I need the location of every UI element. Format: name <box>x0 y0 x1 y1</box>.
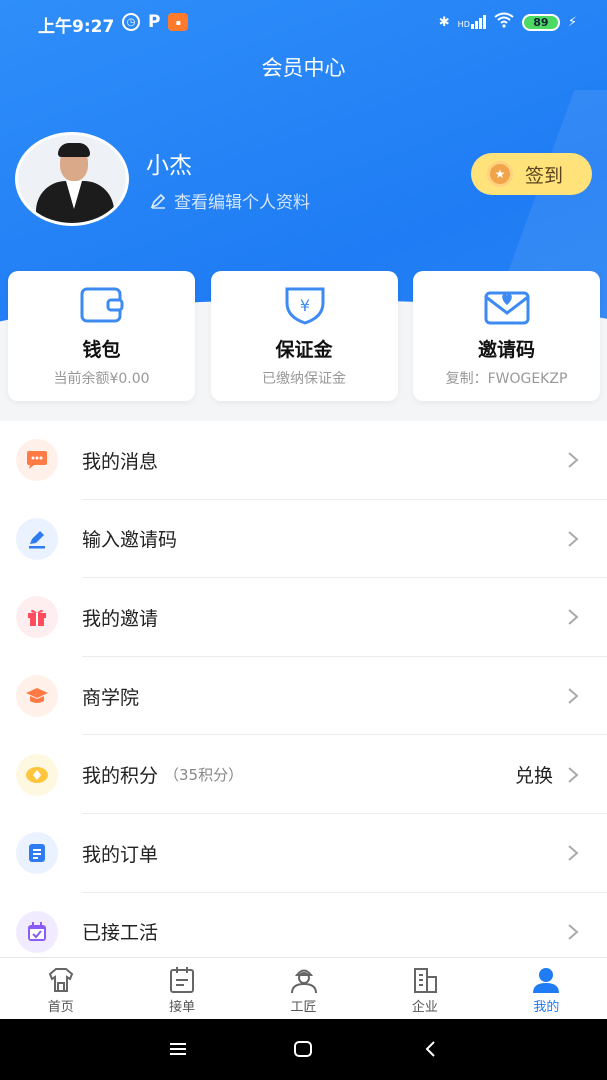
star-coin-icon: ★ <box>487 161 513 187</box>
menu-item-enter-invite-code[interactable]: 输入邀请码 <box>0 500 607 579</box>
menu-label: 我的订单 <box>82 843 159 866</box>
shield-yen-icon: ¥ <box>285 287 324 325</box>
gift-icon <box>16 596 58 639</box>
chevron-right-icon <box>568 531 579 547</box>
tab-label: 企业 <box>411 1000 438 1015</box>
page-title: 会员中心 <box>261 56 346 80</box>
wifi-icon <box>494 12 514 32</box>
menu-list: 我的消息 输入邀请码 我的邀请 商学院 我的积分 （35积分） 兑换 我的订单 … <box>0 421 607 972</box>
menu-item-points[interactable]: 我的积分 （35积分） 兑换 <box>0 735 607 814</box>
menu-label: 我的邀请 <box>82 607 159 630</box>
redeem-link[interactable]: 兑换 <box>515 761 553 788</box>
tab-mine[interactable]: 我的 <box>486 958 607 1019</box>
edit-profile-label: 查看编辑个人资料 <box>174 193 310 213</box>
wallet-title: 钱包 <box>82 339 121 361</box>
menu-label: 输入邀请码 <box>82 529 178 552</box>
system-navigation-bar <box>0 1019 607 1080</box>
chevron-right-icon <box>568 845 579 862</box>
invite-code-title: 邀请码 <box>477 339 535 361</box>
wallet-icon <box>80 287 124 323</box>
calendar-check-icon <box>16 910 58 953</box>
charging-icon: ⚡ <box>567 14 577 30</box>
chevron-right-icon <box>568 924 579 940</box>
back-icon[interactable] <box>421 1039 441 1059</box>
checkin-label: 签到 <box>525 164 564 187</box>
pen-icon <box>150 193 166 209</box>
tab-craftsmen[interactable]: 工匠 <box>243 958 364 1019</box>
invite-code-copy[interactable]: 复制：FWOGEKZP <box>413 368 600 388</box>
parking-icon: P <box>148 12 161 32</box>
wallet-card[interactable]: 钱包 当前余额¥0.00 <box>8 271 195 401</box>
graduation-cap-icon <box>16 675 58 718</box>
invite-code-card[interactable]: 邀请码 复制：FWOGEKZP <box>413 271 600 401</box>
menu-item-my-orders[interactable]: 我的订单 <box>0 814 607 893</box>
wallet-balance: 当前余额¥0.00 <box>53 371 150 387</box>
avatar[interactable] <box>15 132 129 226</box>
menu-label: 商学院 <box>82 686 140 709</box>
menu-item-messages[interactable]: 我的消息 <box>0 421 607 500</box>
menu-item-business-school[interactable]: 商学院 <box>0 657 607 736</box>
deposit-status: 已缴纳保证金 <box>262 371 346 387</box>
hd-label: HD <box>457 20 470 29</box>
menu-label: 我的积分 <box>82 765 159 788</box>
menu-label: 已接工活 <box>82 922 159 945</box>
battery-indicator: 89 <box>521 13 560 31</box>
chevron-right-icon <box>568 688 579 704</box>
tab-label: 首页 <box>47 1000 74 1015</box>
chevron-right-icon <box>568 452 579 469</box>
user-name: 小杰 <box>146 153 192 179</box>
menu-icon[interactable] <box>168 1039 188 1059</box>
document-icon <box>16 832 58 875</box>
tab-orders[interactable]: 接单 <box>121 958 242 1019</box>
edit-profile-link[interactable]: 查看编辑个人资料 <box>150 188 310 213</box>
chevron-right-icon <box>568 766 579 783</box>
chevron-right-icon <box>568 609 579 626</box>
chat-icon <box>16 439 58 482</box>
deposit-title: 保证金 <box>275 339 333 361</box>
deposit-card[interactable]: ¥ 保证金 已缴纳保证金 <box>210 271 398 401</box>
worker-icon <box>290 969 317 994</box>
checkin-button[interactable]: ★ 签到 <box>471 153 592 195</box>
menu-item-my-invites[interactable]: 我的邀请 <box>0 578 607 657</box>
tab-label: 我的 <box>533 1000 560 1015</box>
home-square-icon[interactable] <box>293 1039 313 1059</box>
tab-label: 接单 <box>169 1000 196 1015</box>
building-icon <box>413 968 437 993</box>
shirt-home-icon <box>48 968 73 992</box>
bluetooth-icon: ✱ <box>438 14 450 30</box>
signal-icon: HD <box>458 15 486 29</box>
account-cards: 钱包 当前余额¥0.00 ¥ 保证金 已缴纳保证金 邀请码 复制：FWOGEKZ… <box>8 271 600 401</box>
status-bar: 上午9:27 ◷ P ▪ ✱ HD 89 ⚡ <box>0 0 607 44</box>
tab-home[interactable]: 首页 <box>0 958 121 1019</box>
envelope-heart-icon <box>484 291 530 325</box>
pen-icon <box>16 517 58 560</box>
bottom-tab-bar: 首页 接单 工匠 企业 我的 <box>0 957 607 1019</box>
alarm-icon: ◷ <box>122 13 140 31</box>
tab-enterprise[interactable]: 企业 <box>364 958 485 1019</box>
status-time: 上午9:27 <box>38 17 115 37</box>
app-notification-icon: ▪ <box>168 13 189 31</box>
status-left-icons: ◷ P ▪ <box>122 12 189 32</box>
points-count: （35积分） <box>164 766 244 785</box>
status-right-icons: ✱ HD 89 ⚡ <box>439 12 577 32</box>
coin-icon <box>16 753 58 796</box>
calendar-icon <box>170 967 195 993</box>
svg-text:¥: ¥ <box>299 296 309 315</box>
person-icon <box>533 968 560 993</box>
tab-label: 工匠 <box>290 1000 317 1015</box>
menu-label: 我的消息 <box>82 450 159 473</box>
